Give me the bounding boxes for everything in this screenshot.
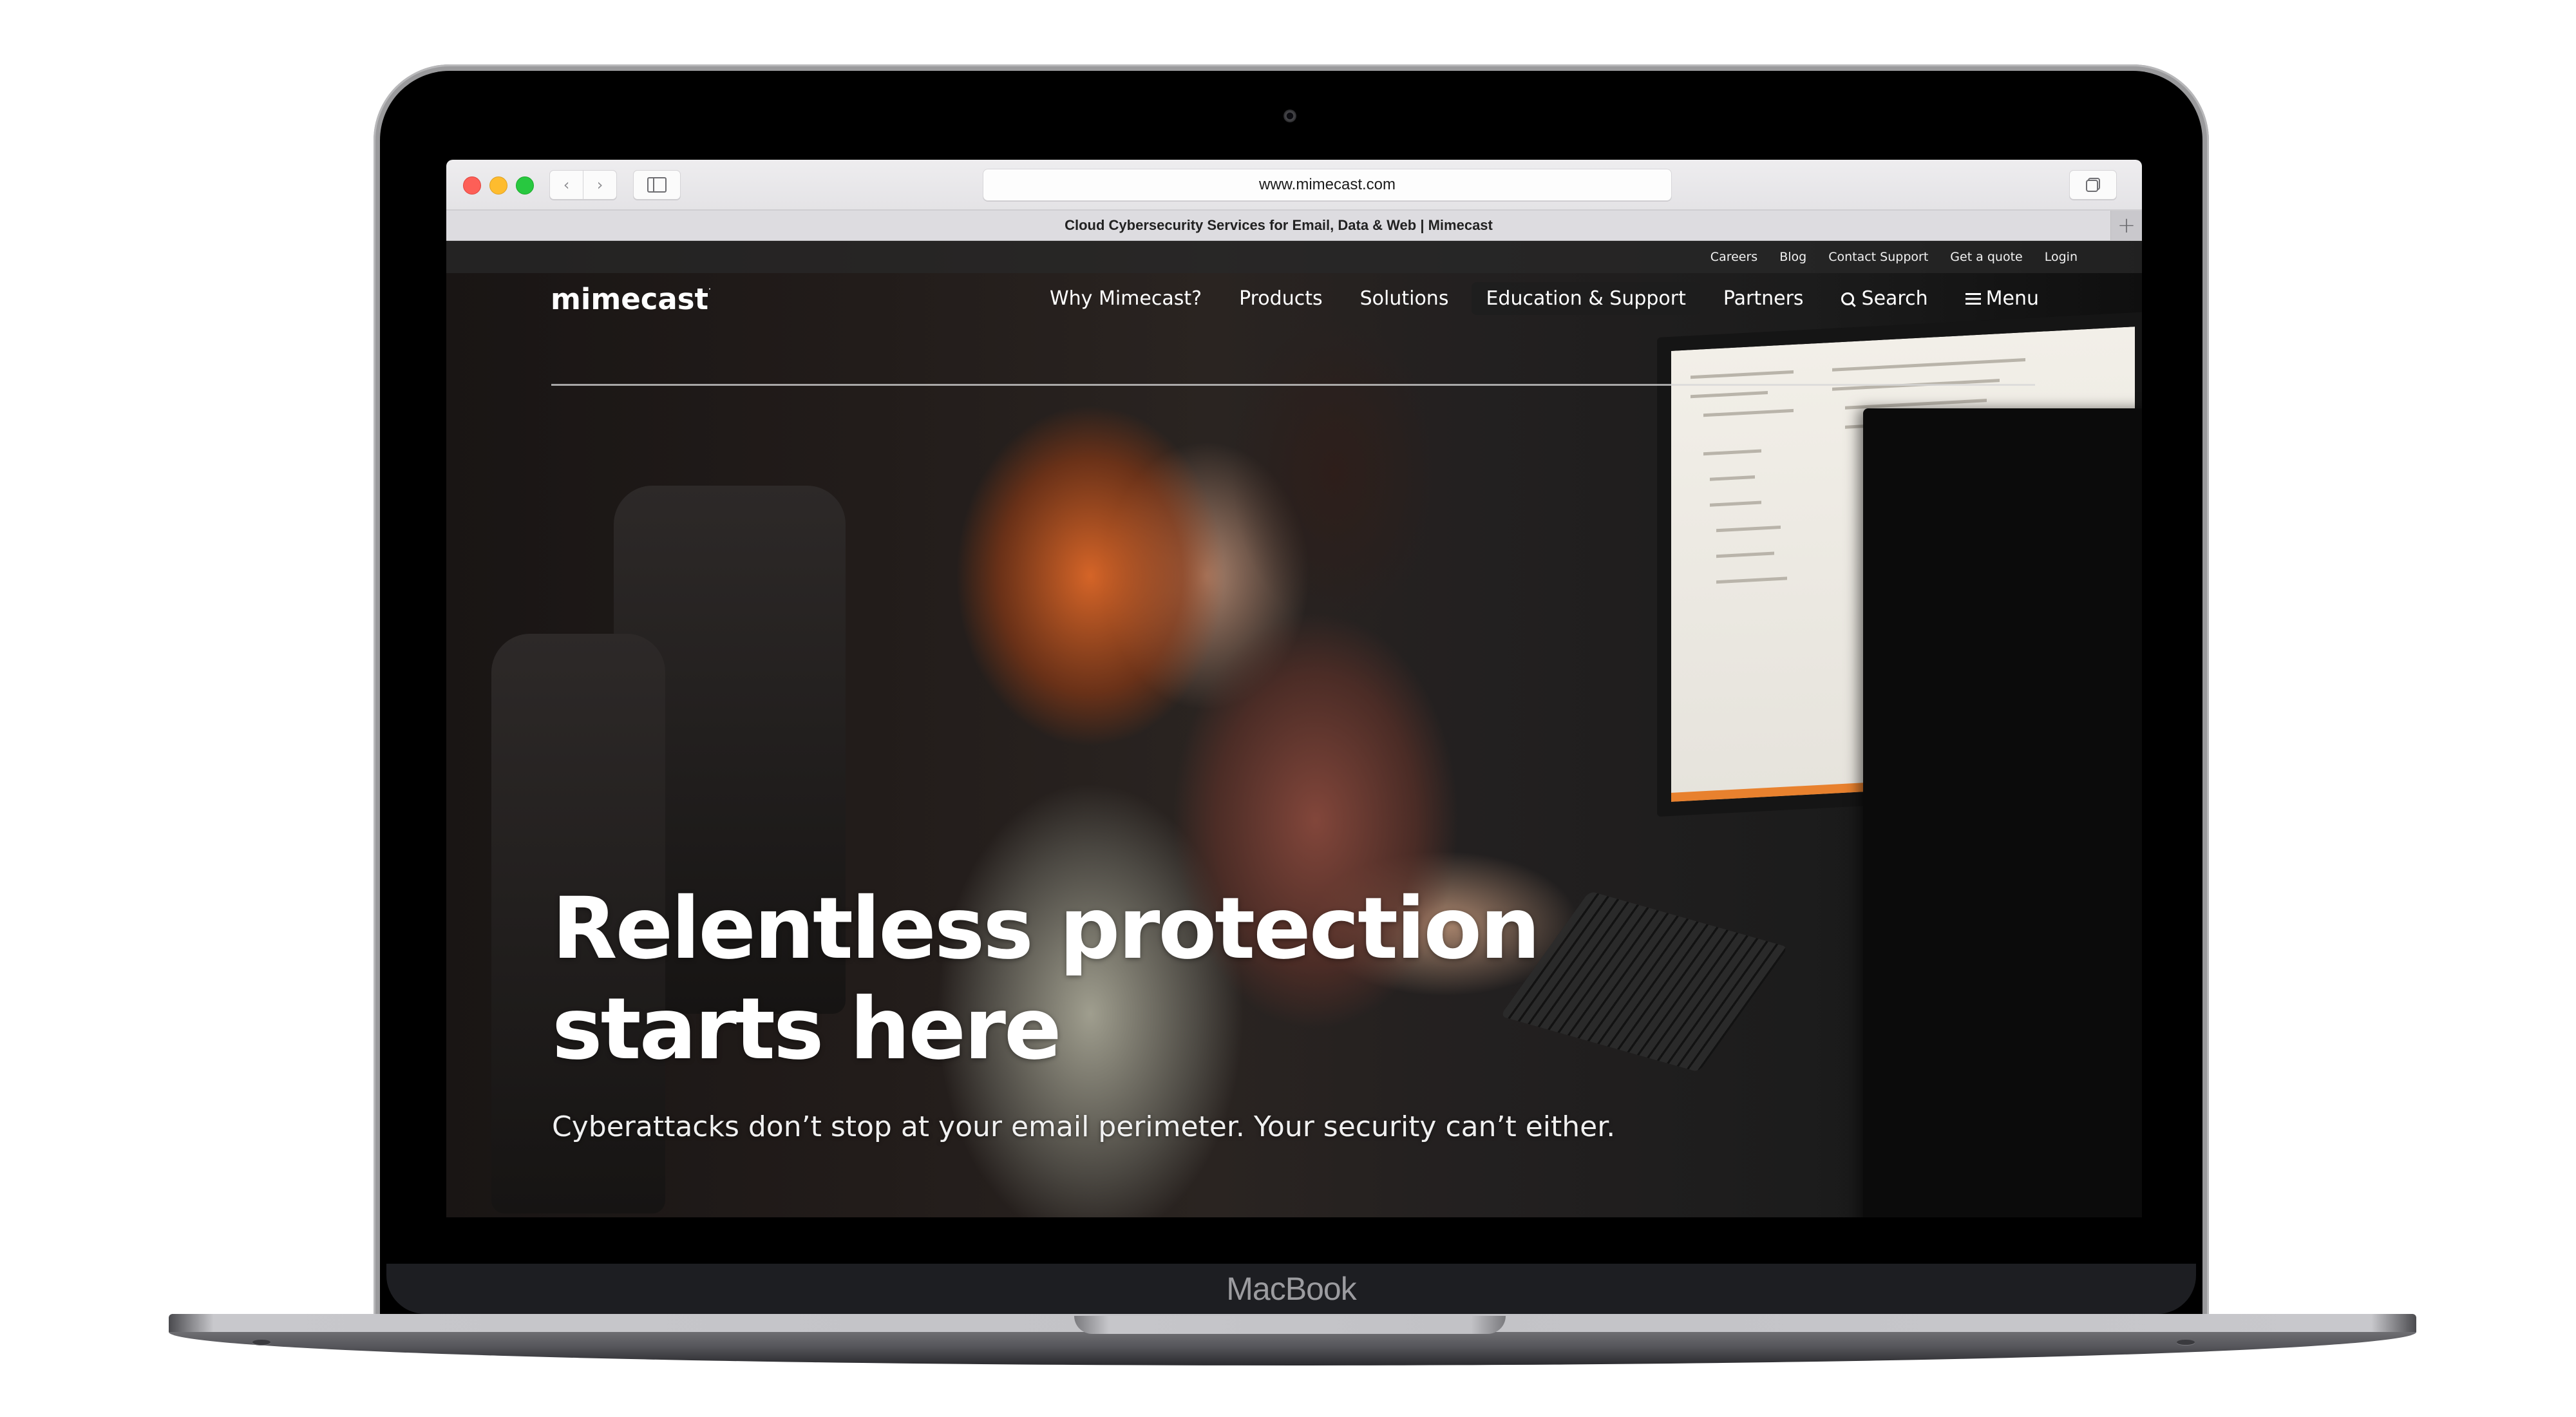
laptop-foot — [2177, 1340, 2195, 1345]
webcam-icon — [1283, 109, 1296, 122]
tab-active[interactable]: Cloud Cybersecurity Services for Email, … — [446, 211, 2111, 240]
lid-opening-notch — [1074, 1316, 1506, 1334]
sidebar-icon — [647, 177, 667, 193]
nav-label: Why Mimecast? — [1050, 287, 1202, 310]
laptop-foot — [252, 1340, 270, 1345]
nav-label: Solutions — [1359, 287, 1449, 310]
menu-button[interactable]: Menu — [1951, 282, 2039, 315]
tabs-icon — [2086, 178, 2100, 192]
browser-window: ‹ › www.mimecast.com Cloud Cybersecurity… — [446, 160, 2142, 1217]
macbook-label: MacBook — [1226, 1271, 1356, 1307]
sidebar-toggle-button[interactable] — [633, 170, 681, 200]
utility-link-login[interactable]: Login — [2045, 250, 2078, 264]
nav-divider — [551, 384, 2035, 386]
address-bar[interactable]: www.mimecast.com — [983, 169, 1672, 201]
hero-subtitle: Cyberattacks don’t stop at your email pe… — [552, 1110, 1616, 1143]
search-button[interactable]: Search — [1827, 282, 1942, 315]
nav-education-support[interactable]: Education & Support — [1472, 282, 1700, 315]
hamburger-menu-icon — [1965, 292, 1981, 305]
browser-toolbar: ‹ › www.mimecast.com — [446, 160, 2142, 211]
main-navigation: mimecast· Why Mimecast? Products Solutio… — [446, 273, 2142, 338]
search-icon — [1841, 292, 1854, 305]
address-bar-url: www.mimecast.com — [1258, 176, 1396, 193]
nav-solutions[interactable]: Solutions — [1346, 282, 1463, 315]
tab-overview-button[interactable] — [2069, 170, 2117, 200]
laptop-chin: MacBook — [386, 1264, 2196, 1314]
hero-title-line-1: Relentless protection — [552, 879, 1540, 978]
nav-label: Education & Support — [1486, 287, 1686, 310]
hero-section: Relentless protection starts here Cybera… — [552, 879, 1615, 1143]
mimecast-logo[interactable]: mimecast· — [551, 282, 711, 316]
chevron-right-icon: › — [596, 176, 603, 194]
nav-label: Partners — [1723, 287, 1804, 310]
new-tab-button[interactable]: + — [2110, 211, 2142, 240]
utility-link-blog[interactable]: Blog — [1779, 250, 1806, 264]
forward-button[interactable]: › — [583, 170, 617, 200]
utility-link-get-a-quote[interactable]: Get a quote — [1950, 250, 2022, 264]
utility-nav: Careers Blog Contact Support Get a quote… — [1710, 241, 2078, 273]
nav-products[interactable]: Products — [1225, 282, 1337, 315]
tab-title: Cloud Cybersecurity Services for Email, … — [1065, 217, 1493, 233]
search-label: Search — [1861, 287, 1928, 310]
utility-bar: Careers Blog Contact Support Get a quote… — [446, 241, 2142, 273]
back-button[interactable]: ‹ — [549, 170, 583, 200]
minimize-window-button[interactable] — [489, 176, 507, 195]
laptop-base-bottom — [169, 1332, 2416, 1365]
menu-label: Menu — [1985, 287, 2039, 310]
nav-partners[interactable]: Partners — [1709, 282, 1818, 315]
logo-text: mimecast — [551, 282, 709, 316]
close-window-button[interactable] — [463, 176, 481, 195]
chevron-left-icon: ‹ — [563, 176, 570, 194]
nav-label: Products — [1239, 287, 1323, 310]
primary-nav: Why Mimecast? Products Solutions Educati… — [1027, 282, 2039, 315]
utility-link-contact-support[interactable]: Contact Support — [1828, 250, 1928, 264]
logo-mark: · — [708, 286, 711, 293]
maximize-window-button[interactable] — [516, 176, 534, 195]
foreground-monitor-image — [1863, 408, 2142, 1217]
plus-icon: + — [2117, 213, 2136, 238]
hero-title-line-2: starts here — [552, 980, 1062, 1079]
tab-bar: Cloud Cybersecurity Services for Email, … — [446, 211, 2142, 241]
nav-why-mimecast[interactable]: Why Mimecast? — [1036, 282, 1216, 315]
hero-title: Relentless protection starts here — [552, 879, 1615, 1079]
webpage: Careers Blog Contact Support Get a quote… — [446, 241, 2142, 1217]
utility-link-careers[interactable]: Careers — [1710, 250, 1757, 264]
